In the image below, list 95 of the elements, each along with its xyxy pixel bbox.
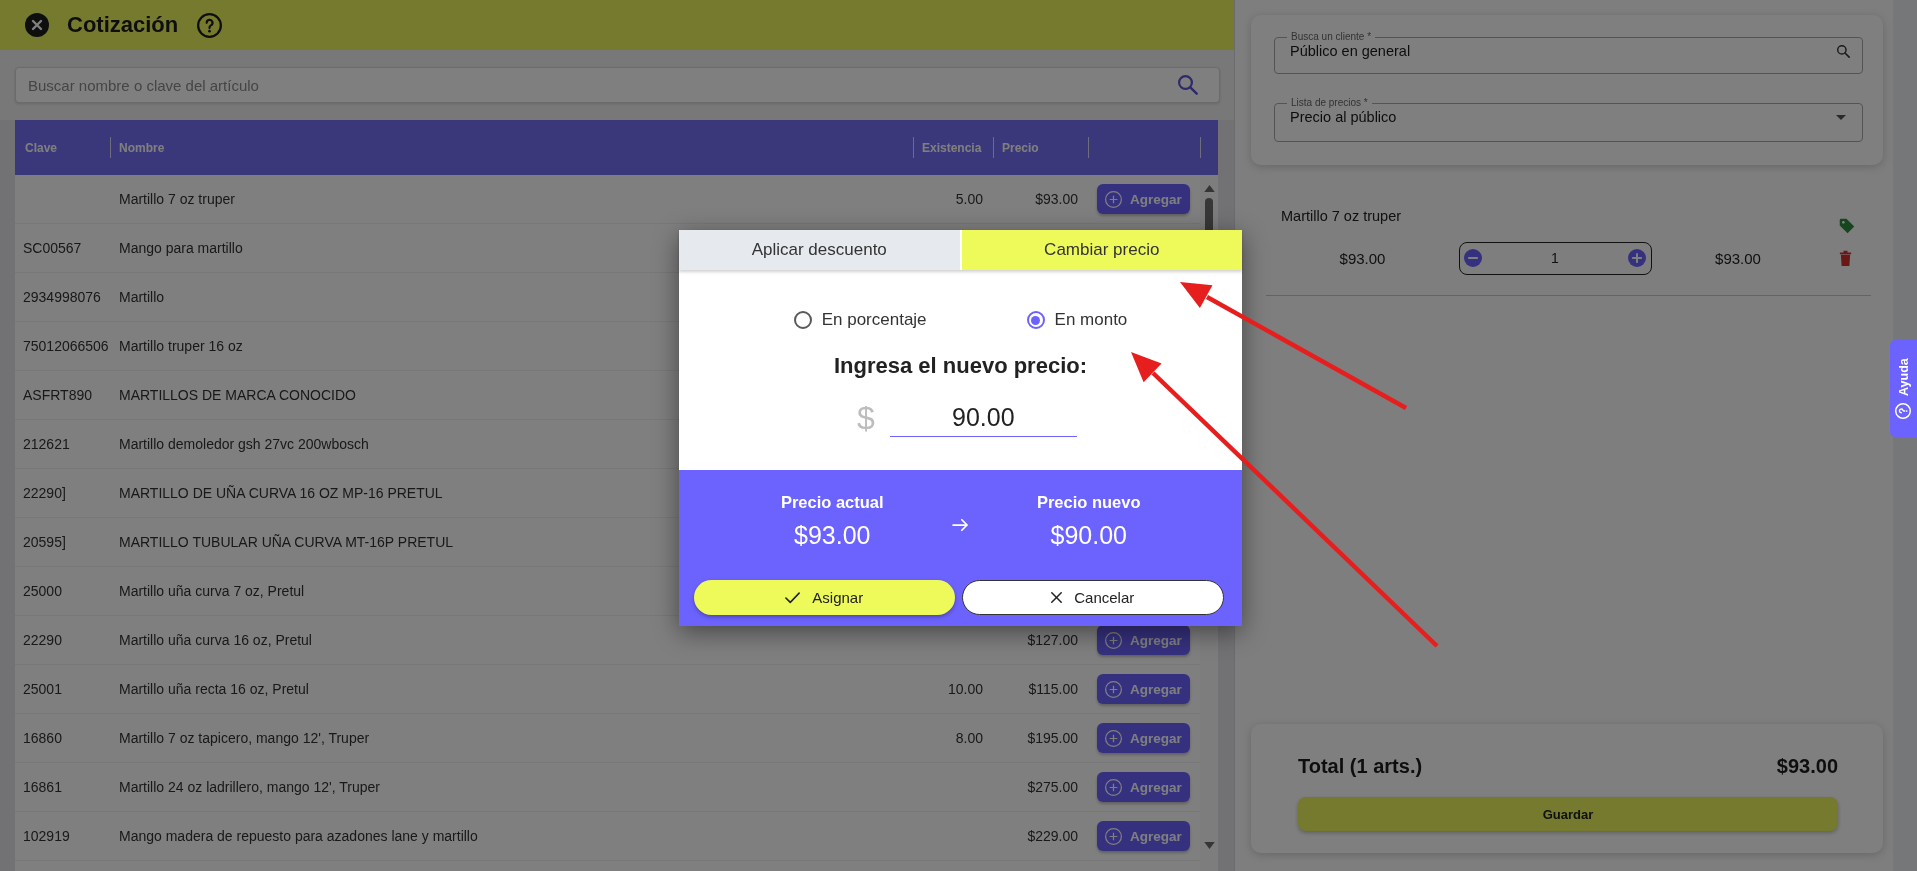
add-button[interactable]: Agregar [1097, 674, 1190, 704]
price-value: $93.00 [794, 520, 871, 550]
column-header: Precio [1002, 140, 1039, 155]
help-icon [1895, 402, 1912, 419]
search-icon[interactable] [1837, 44, 1850, 58]
save-button[interactable]: Guardar [1298, 797, 1838, 831]
table-cell: 22290 [23, 632, 62, 648]
table-cell: $229.00 [1027, 828, 1078, 844]
search-icon[interactable] [1178, 75, 1198, 95]
table-cell: 75012066506 [23, 338, 109, 354]
table-cell: MARTILLO TUBULAR UÑA CURVA MT-16P PRETUL [119, 534, 454, 550]
table-cell: SC00567 [23, 240, 82, 256]
table-cell: $127.00 [1027, 632, 1078, 648]
plus-circle-icon [1105, 778, 1123, 796]
cancel-button[interactable]: Cancelar [961, 580, 1224, 615]
column-header: Clave [25, 140, 58, 155]
price-input[interactable]: 90.00 [889, 399, 1077, 437]
table-cell: Martillo 7 oz truper [119, 191, 235, 207]
quantity-stepper[interactable]: 1 [1459, 241, 1652, 275]
page-title: Cotización [67, 12, 179, 38]
table-cell: 102919 [23, 828, 70, 844]
table-cell: Martillo 7 oz tapicero, mango 12', Truper [119, 730, 370, 746]
table-cell: Martillo 24 oz ladrillero, mango 12', Truper [119, 779, 381, 795]
search-field[interactable]: Buscar nombre o clave del artículo [15, 67, 1220, 103]
trash-icon[interactable] [1839, 250, 1852, 266]
item-name: Martillo 7 oz truper [1280, 208, 1402, 224]
price-value: $90.00 [1050, 520, 1127, 550]
client-search-field[interactable]: Busca un cliente * Público en general [1274, 31, 1863, 74]
table-cell: Martillo uña curva 7 oz, Pretul [119, 583, 305, 599]
prompt-heading: Ingresa el nuevo precio: [833, 352, 1088, 380]
radio-option[interactable]: En porcentaje [793, 310, 927, 330]
tab[interactable]: Aplicar descuento [679, 230, 960, 270]
table-cell: $275.00 [1027, 779, 1078, 795]
unit-price: $93.00 [1339, 249, 1386, 267]
caret-down-icon[interactable] [1836, 114, 1846, 120]
total-label: Total (1 arts.) [1298, 754, 1423, 778]
add-button[interactable]: Agregar [1097, 821, 1190, 851]
plus-circle-icon [1105, 631, 1123, 649]
help-tab[interactable]: Ayuda [1890, 340, 1917, 437]
add-button[interactable]: Agregar [1097, 184, 1190, 214]
table-cell: 22290] [23, 485, 66, 501]
table-cell: 16861 [23, 779, 62, 795]
add-button[interactable]: Agregar [1097, 625, 1190, 655]
assign-button[interactable]: Asignar [694, 580, 955, 615]
table-cell: $195.00 [1027, 730, 1078, 746]
table-cell: 25001 [23, 681, 62, 697]
table-cell: 20595] [23, 534, 66, 550]
table-cell: Mango madera de repuesto para azadones lane y martillo [119, 828, 478, 844]
caret-down-icon[interactable] [1203, 842, 1215, 849]
table-cell: Martillo [119, 289, 165, 305]
plus-circle-icon [1105, 190, 1123, 208]
table-cell: Mango para martillo [119, 240, 243, 256]
help-icon[interactable] [197, 12, 223, 38]
price-label: Precio actual [780, 492, 884, 512]
table-cell: Martillo demoledor gsh 27vc 200wbosch [119, 436, 369, 452]
plus-circle-icon [1105, 680, 1123, 698]
plus-circle-icon [1105, 729, 1123, 747]
column-header: Existencia [922, 140, 982, 155]
tab[interactable]: Cambiar precio [961, 230, 1242, 270]
table-cell: $115.00 [1028, 681, 1078, 697]
table-cell: 212621 [23, 436, 70, 452]
table-cell: ASFRT890 [23, 387, 92, 403]
quantity-value: 1 [1551, 250, 1559, 266]
price-label: Precio nuevo [1036, 492, 1141, 512]
price-list-dropdown[interactable]: Lista de precios * Precio al público [1274, 97, 1863, 142]
table-cell: 8.00 [955, 730, 983, 746]
table-cell: Martillo truper 16 oz [119, 338, 243, 354]
close-icon[interactable] [25, 13, 49, 37]
table-cell: $93.00 [1035, 191, 1078, 207]
subtotal: $93.00 [1715, 249, 1761, 267]
close-icon [1051, 592, 1063, 603]
check-icon [785, 591, 801, 604]
table-cell: 2934998076 [23, 289, 101, 305]
radio-option[interactable]: En monto [1026, 310, 1128, 330]
table-cell: 16860 [23, 730, 62, 746]
tag-icon[interactable] [1839, 218, 1855, 234]
caret-up-icon[interactable] [1203, 185, 1215, 192]
radio-icon[interactable] [1026, 311, 1045, 329]
table-cell: MARTILLO DE UÑA CURVA 16 OZ MP-16 PRETUL [119, 485, 443, 501]
table-cell: 5.00 [955, 191, 983, 207]
table-cell: Martillo uña curva 16 oz, Pretul [119, 632, 312, 648]
plus-circle-icon[interactable] [1628, 249, 1646, 267]
add-button[interactable]: Agregar [1097, 772, 1190, 802]
minus-circle-icon[interactable] [1464, 249, 1482, 267]
total-amount: $93.00 [1776, 754, 1838, 778]
add-button[interactable]: Agregar [1097, 723, 1190, 753]
currency-symbol: $ [857, 399, 875, 437]
table-cell: MARTILLOS DE MARCA CONOCIDO [119, 387, 356, 403]
table-cell: 25000 [23, 583, 62, 599]
radio-icon[interactable] [793, 311, 812, 329]
column-header: Nombre [119, 140, 165, 155]
arrow-right-icon [952, 518, 969, 532]
table-cell: 10.00 [947, 681, 983, 697]
plus-circle-icon [1105, 827, 1123, 845]
table-cell: Martillo uña recta 16 oz, Pretul [119, 681, 309, 697]
